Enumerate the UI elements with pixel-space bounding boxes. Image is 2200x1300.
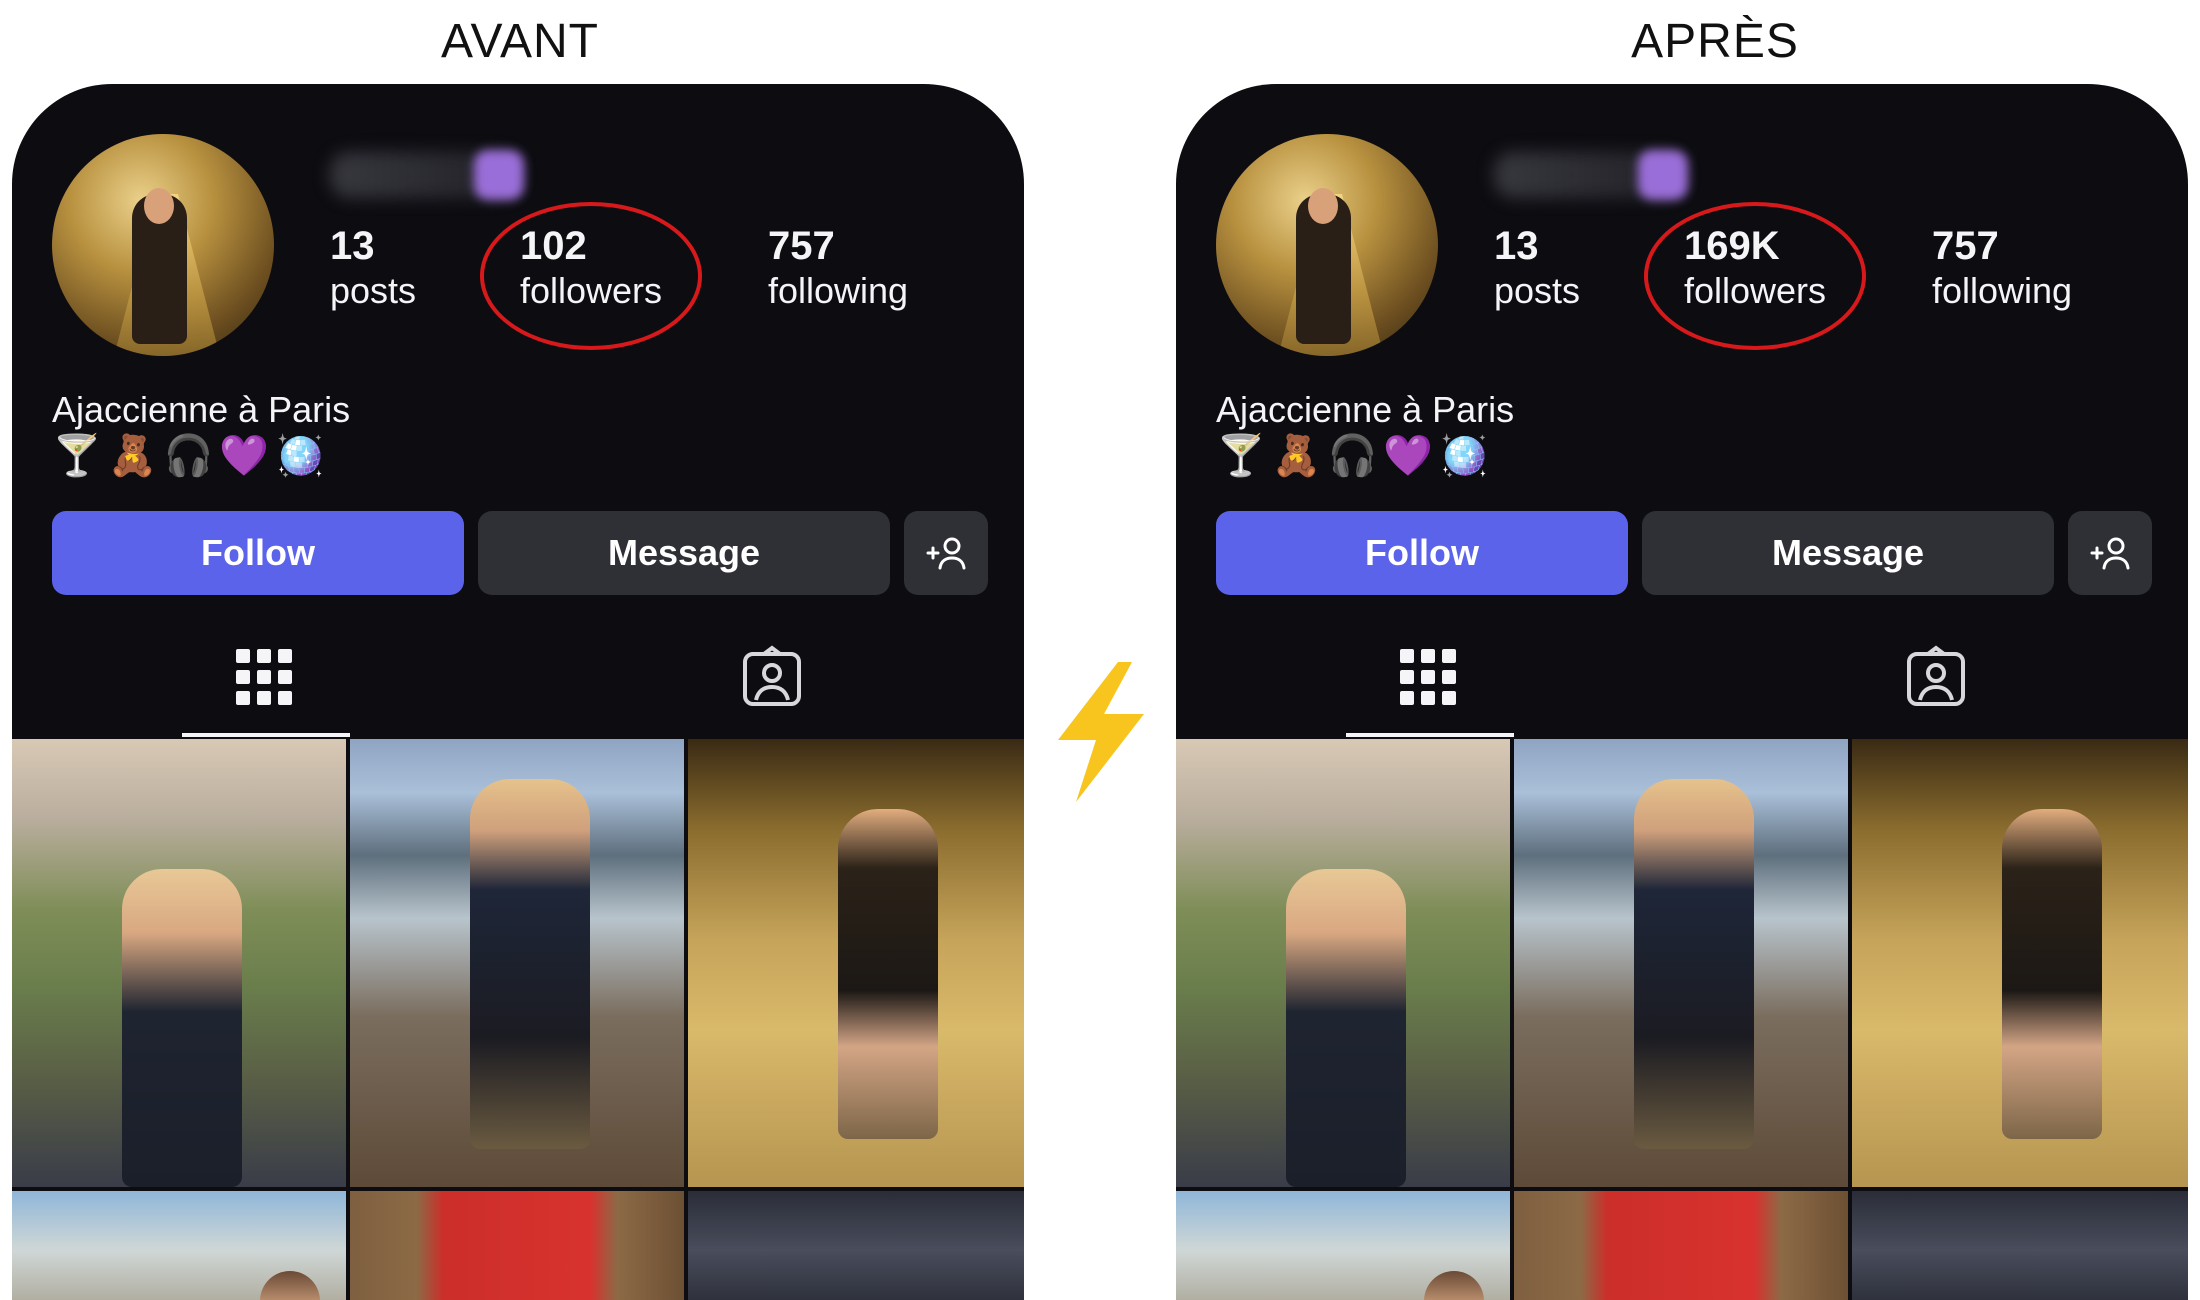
post-thumbnail[interactable] (1852, 1191, 2188, 1300)
lightning-bolt-icon (1058, 662, 1144, 802)
avatar[interactable] (52, 134, 274, 356)
message-button[interactable]: Message (1642, 511, 2054, 595)
post-thumbnail[interactable] (688, 739, 1024, 1187)
posts-count: 13 (330, 224, 375, 268)
bio-text: Ajaccienne à Paris (1216, 389, 1515, 430)
post-thumbnail[interactable] (1852, 739, 2188, 1187)
following-count: 757 (1932, 224, 1999, 268)
blurred-username-emoji (1638, 150, 1688, 200)
posts-grid (1176, 739, 2188, 1300)
post-thumbnail[interactable] (1514, 1191, 1848, 1300)
grid-icon[interactable] (1396, 645, 1460, 709)
post-thumbnail[interactable] (1176, 1191, 1510, 1300)
follow-button[interactable]: Follow (1216, 511, 1628, 595)
following-stat[interactable]: 757 following (1932, 224, 2072, 313)
following-count: 757 (768, 224, 835, 268)
post-thumbnail[interactable] (688, 1191, 1024, 1300)
active-tab-indicator (182, 733, 350, 737)
tagged-person-icon[interactable] (740, 645, 804, 709)
follow-button[interactable]: Follow (52, 511, 464, 595)
avatar-face (144, 188, 174, 224)
add-person-icon (926, 537, 966, 570)
bio-emojis: 🍸🧸🎧💜🪩 (52, 433, 332, 479)
add-person-button[interactable] (2068, 511, 2152, 595)
highlight-circle (480, 202, 702, 350)
following-label: following (768, 270, 909, 311)
highlight-circle (1644, 202, 1866, 350)
profile-tabs (1176, 639, 2188, 737)
posts-label: posts (330, 270, 417, 311)
avatar-face (1308, 188, 1338, 224)
posts-label: posts (1494, 270, 1581, 311)
grid-icon[interactable] (232, 645, 296, 709)
bio-text: Ajaccienne à Paris (52, 389, 351, 430)
bio-emojis: 🍸🧸🎧💜🪩 (1216, 433, 1496, 479)
tagged-person-icon[interactable] (1904, 645, 1968, 709)
posts-stat[interactable]: 13 posts (330, 224, 416, 313)
blurred-username-emoji (474, 150, 524, 200)
posts-count: 13 (1494, 224, 1539, 268)
after-heading: APRÈS (1631, 15, 1799, 68)
message-button[interactable]: Message (478, 511, 890, 595)
post-thumbnail[interactable] (1514, 739, 1848, 1187)
add-person-button[interactable] (904, 511, 988, 595)
post-thumbnail[interactable] (350, 739, 684, 1187)
active-tab-indicator (1346, 733, 1514, 737)
profile-panel-before: 13 posts 102 followers 757 following Aja… (12, 84, 1024, 1300)
add-person-icon (2090, 537, 2130, 570)
profile-panel-after: 13 posts 169K followers 757 following Aj… (1176, 84, 2188, 1300)
following-label: following (1932, 270, 2073, 311)
posts-grid (12, 739, 1024, 1300)
posts-stat[interactable]: 13 posts (1494, 224, 1580, 313)
avatar[interactable] (1216, 134, 1438, 356)
post-thumbnail[interactable] (12, 1191, 346, 1300)
post-thumbnail[interactable] (1176, 739, 1510, 1187)
following-stat[interactable]: 757 following (768, 224, 908, 313)
post-thumbnail[interactable] (12, 739, 346, 1187)
profile-tabs (12, 639, 1024, 737)
before-heading: AVANT (441, 15, 599, 68)
post-thumbnail[interactable] (350, 1191, 684, 1300)
